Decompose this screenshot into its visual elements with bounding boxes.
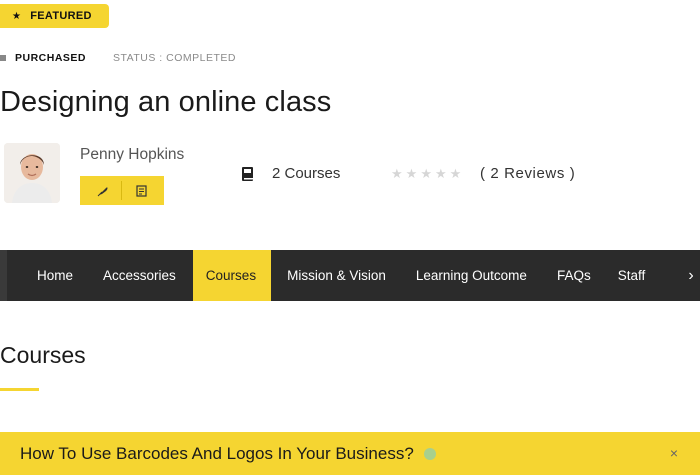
- instructor-avatar[interactable]: [4, 143, 60, 203]
- section-title: Courses: [0, 342, 86, 368]
- document-icon[interactable]: [126, 181, 156, 200]
- star-icon: ★: [420, 166, 432, 181]
- rating-stars: ★ ★ ★ ★ ★: [391, 166, 461, 182]
- lesson-status-icon: [423, 447, 436, 460]
- lesson-title[interactable]: How To Use Barcodes And Logos In Your Bu…: [20, 444, 414, 464]
- courses-count: 2 Courses: [240, 165, 340, 182]
- status-label: STATUS : COMPLETED: [113, 52, 236, 64]
- star-icon: ★: [391, 166, 403, 181]
- section-underline: [0, 388, 39, 391]
- tab-mission-vision[interactable]: Mission & Vision: [271, 250, 401, 301]
- course-meta: PURCHASED STATUS : COMPLETED: [0, 50, 236, 66]
- star-icon: ★: [449, 166, 462, 181]
- star-icon: ★: [405, 166, 418, 181]
- tab-faqs[interactable]: FAQs: [542, 250, 606, 301]
- tab-label: Mission & Vision: [287, 268, 386, 283]
- tab-home[interactable]: Home: [7, 250, 88, 301]
- tab-label: Home: [37, 268, 74, 283]
- tab-label: FAQs: [556, 268, 591, 283]
- tab-label: Staff: [617, 268, 646, 283]
- tab-courses[interactable]: Courses: [192, 250, 272, 301]
- instructor-social-links: [80, 176, 164, 205]
- reviews-count[interactable]: ( 2 Reviews ): [480, 165, 575, 182]
- page-title: Designing an online class: [0, 86, 332, 118]
- instructor-name[interactable]: Penny Hopkins: [80, 146, 184, 164]
- tab-label: Learning Outcome: [415, 268, 527, 283]
- tab-label: Accessories: [103, 268, 176, 283]
- star-icon: ★: [12, 10, 22, 22]
- feather-icon[interactable]: [88, 181, 118, 200]
- tab-scroll-left[interactable]: [0, 250, 7, 301]
- tab-learning-outcome[interactable]: Learning Outcome: [401, 250, 542, 301]
- purchased-label: PURCHASED: [15, 52, 87, 64]
- star-icon: ★: [434, 166, 447, 181]
- divider: [121, 181, 123, 200]
- bullet-icon: [0, 55, 6, 61]
- featured-badge: ★ FEATURED: [0, 4, 109, 28]
- course-tab-bar: Home Accessories Courses Mission & Visio…: [0, 250, 700, 301]
- book-icon: [240, 166, 256, 182]
- close-icon[interactable]: ×: [670, 445, 678, 461]
- tab-label: Courses: [205, 268, 257, 283]
- tab-accessories[interactable]: Accessories: [88, 250, 193, 301]
- chevron-right-icon[interactable]: ›: [682, 250, 700, 301]
- featured-label: FEATURED: [30, 10, 92, 22]
- courses-count-label: 2 Courses: [272, 165, 341, 182]
- tab-staff[interactable]: Staff: [606, 250, 646, 301]
- lesson-item[interactable]: How To Use Barcodes And Logos In Your Bu…: [0, 432, 700, 475]
- avatar-image: [4, 143, 60, 203]
